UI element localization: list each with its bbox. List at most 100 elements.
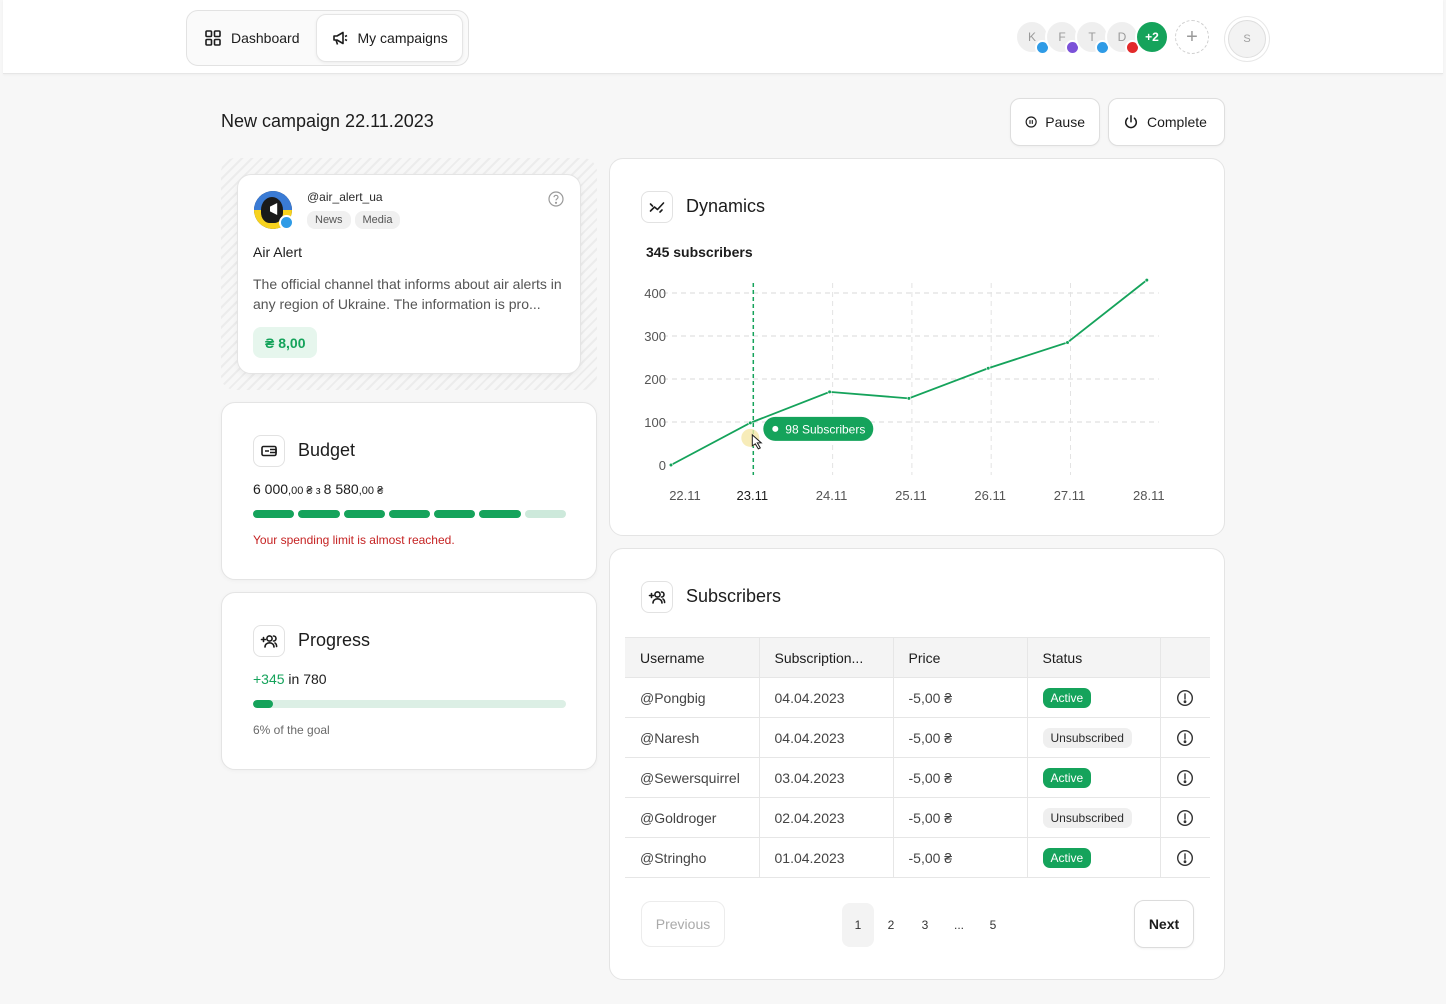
- complete-button[interactable]: Complete: [1108, 98, 1225, 146]
- budget-card: Budget 6 000,00 ₴ з 8 580,00 ₴ Your spen…: [221, 402, 597, 580]
- table-row[interactable]: @Naresh 04.04.2023 -5,00 ₴ Unsubscribed: [625, 717, 1210, 758]
- profile-avatar[interactable]: S: [1228, 20, 1266, 58]
- page-number-button[interactable]: 3: [908, 903, 942, 947]
- data-point: [1065, 340, 1070, 345]
- progress-bar: [253, 700, 566, 708]
- data-point: [1144, 277, 1149, 283]
- alert-circle-icon[interactable]: [1176, 769, 1194, 787]
- column-header: [1160, 637, 1210, 678]
- username-cell: @Naresh: [625, 717, 760, 758]
- subscribers-card: Subscribers Username Subscription... Pri…: [609, 548, 1225, 980]
- row-action-cell: [1160, 677, 1210, 718]
- data-point: [827, 389, 832, 394]
- price-cell: -5,00 ₴: [893, 757, 1028, 798]
- table-row[interactable]: @Sewersquirrel 03.04.2023 -5,00 ₴ Active: [625, 757, 1210, 798]
- alert-circle-icon[interactable]: [1176, 689, 1194, 707]
- channel-handle: @air_alert_ua: [307, 190, 383, 204]
- grid-icon: [205, 30, 221, 46]
- channel-description: The official channel that informs about …: [253, 276, 562, 312]
- budget-segment: [434, 510, 476, 518]
- channel-price: ₴ 8,00: [253, 327, 318, 358]
- page-number-button[interactable]: 5: [976, 903, 1010, 947]
- price-cell: -5,00 ₴: [893, 797, 1028, 838]
- channel-tag: News: [307, 211, 351, 229]
- dynamics-card: Dynamics 345 subscribers 0 100 200 300 400 22…: [609, 158, 1225, 536]
- tooltip-dot: [772, 425, 779, 432]
- progress-summary: +345 in 780: [253, 671, 327, 687]
- table-row[interactable]: @Pongbig 04.04.2023 -5,00 ₴ Active: [625, 677, 1210, 718]
- progress-bar-fill: [253, 700, 274, 708]
- progress-card: Progress +345 in 780 6% of the goal: [221, 592, 597, 770]
- wallet-icon: [253, 435, 285, 467]
- channel-avatar-initial: F: [1058, 30, 1066, 44]
- status-badge: Active: [1042, 767, 1092, 788]
- username-cell: @Goldroger: [625, 797, 760, 838]
- more-channels-badge[interactable]: +2: [1135, 20, 1169, 54]
- data-point: [906, 396, 912, 401]
- pause-button[interactable]: Pause: [1010, 98, 1100, 146]
- add-channel-button[interactable]: +: [1175, 20, 1209, 54]
- channel-card[interactable]: @air_alert_ua News Media Air Alert The o…: [237, 174, 581, 374]
- budget-segment: [343, 510, 385, 518]
- status-cell: Unsubscribed: [1027, 797, 1161, 838]
- channel-avatar[interactable]: T: [1075, 20, 1110, 55]
- help-icon[interactable]: [548, 191, 564, 207]
- subscription-date-cell: 04.04.2023: [759, 677, 894, 718]
- dynamics-chart: 0 100 200 300 400 22.11 23.11 24.11 25.11 26.11 27…: [644, 277, 1165, 503]
- column-header[interactable]: Status: [1027, 637, 1161, 678]
- previous-page-button[interactable]: Previous: [641, 901, 725, 947]
- x-tick-label: 27.11: [1054, 488, 1086, 503]
- budget-segment: [524, 510, 566, 518]
- nav-switcher: Dashboard My campaigns: [186, 10, 469, 66]
- nav-campaigns-button[interactable]: My campaigns: [315, 14, 463, 62]
- x-tick-label: 22.11: [669, 488, 701, 503]
- megaphone-icon: [332, 31, 347, 45]
- table-row[interactable]: @Goldroger 02.04.2023 -5,00 ₴ Unsubscribed: [625, 797, 1210, 838]
- data-point: [748, 420, 753, 425]
- y-tick-label: 0: [659, 458, 666, 473]
- channel-avatar[interactable]: K: [1015, 20, 1050, 55]
- column-header[interactable]: Username: [625, 637, 760, 678]
- channel-avatar[interactable]: F: [1045, 20, 1080, 55]
- budget-segment: [298, 510, 340, 518]
- y-tick-label: 400: [644, 286, 666, 301]
- nav-dashboard-label: Dashboard: [231, 30, 300, 46]
- pause-label: Pause: [1045, 114, 1085, 130]
- price-cell: -5,00 ₴: [893, 717, 1028, 758]
- row-action-cell: [1160, 837, 1210, 878]
- budget-segment: [253, 510, 295, 518]
- column-header[interactable]: Price: [893, 637, 1028, 678]
- channel-tag: Media: [354, 211, 401, 229]
- page-title: New campaign 22.11.2023: [221, 111, 434, 131]
- pagination: 1 2 3... 5: [842, 903, 1010, 947]
- username-cell: @Sewersquirrel: [625, 757, 760, 798]
- subscription-date-cell: 02.04.2023: [759, 797, 894, 838]
- next-page-button[interactable]: Next: [1134, 900, 1194, 948]
- page-number-button[interactable]: 2: [874, 903, 908, 947]
- budget-segments: [253, 510, 566, 518]
- subscription-date-cell: 03.04.2023: [759, 757, 894, 798]
- y-tick-label: 200: [644, 372, 666, 387]
- complete-label: Complete: [1147, 114, 1207, 130]
- alert-circle-icon[interactable]: [1176, 729, 1194, 747]
- pause-icon: [1025, 116, 1037, 128]
- channel-avatar[interactable]: D: [1105, 20, 1140, 55]
- progress-title: Progress: [298, 630, 371, 650]
- username-cell: @Pongbig: [625, 677, 760, 718]
- budget-amount: 6 000,00 ₴ з 8 580,00 ₴: [253, 481, 384, 497]
- table-row[interactable]: @Stringho 01.04.2023 -5,00 ₴ Active: [625, 837, 1210, 878]
- status-cell: Active: [1027, 677, 1161, 718]
- page-number-button[interactable]: 1: [842, 903, 874, 947]
- channel-tags: News Media: [307, 211, 401, 229]
- nav-dashboard-button[interactable]: Dashboard: [190, 14, 314, 62]
- status-badge: Active: [1042, 687, 1092, 708]
- column-header[interactable]: Subscription...: [759, 637, 894, 678]
- alert-circle-icon[interactable]: [1176, 809, 1194, 827]
- x-tick-label: 24.11: [816, 488, 848, 503]
- progress-goal: 6% of the goal: [253, 723, 330, 737]
- status-cell: Active: [1027, 757, 1161, 798]
- alert-circle-icon[interactable]: [1176, 849, 1194, 867]
- tooltip-text: 98 Subscribers: [785, 422, 865, 436]
- channel-avatar-initial: D: [1117, 30, 1127, 44]
- budget-title: Budget: [298, 440, 356, 460]
